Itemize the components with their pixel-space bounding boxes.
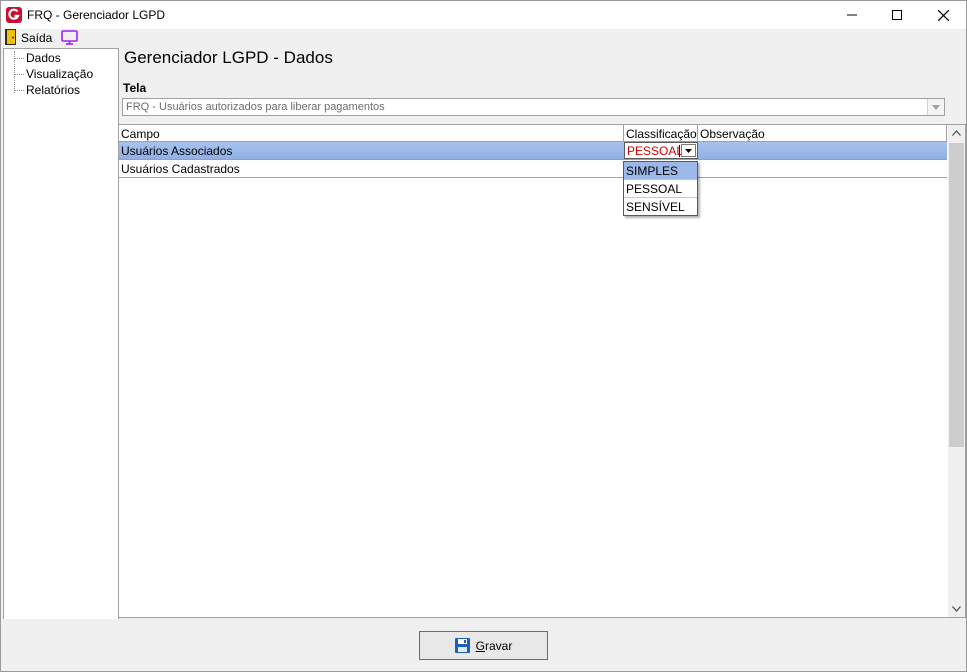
tree-connector (14, 90, 24, 91)
tree-item-label: Relatórios (26, 83, 81, 97)
save-button[interactable]: Gravar (419, 631, 548, 660)
app-window: FRQ - Gerenciador LGPD Saída Dados Visua… (0, 0, 967, 672)
classificacao-editor[interactable]: PESSOAL (624, 142, 698, 159)
cell-campo: Usuários Cadastrados (121, 162, 240, 176)
minimize-button[interactable] (829, 1, 875, 29)
column-header-campo[interactable]: Campo (119, 125, 624, 142)
close-icon (937, 9, 949, 21)
table-row[interactable]: Usuários Associados PESSOAL (119, 142, 947, 160)
classificacao-dropdown-list: SIMPLES PESSOAL SENSÍVEL (623, 161, 698, 216)
scroll-up-icon[interactable] (952, 130, 961, 136)
vertical-scrollbar[interactable] (948, 125, 965, 617)
chevron-down-icon (932, 104, 940, 110)
text-caret (679, 145, 680, 157)
data-grid[interactable]: Campo Classificação Observação Usuários … (118, 124, 966, 618)
maximize-button[interactable] (874, 1, 920, 29)
exit-label: Saída (21, 31, 53, 45)
tree-item-label: Visualização (26, 67, 94, 81)
cell-campo: Usuários Associados (121, 144, 233, 158)
tela-dropdown-button[interactable] (927, 99, 944, 115)
exit-door-icon (5, 29, 16, 45)
chevron-down-icon (685, 148, 692, 153)
dropdown-option-pessoal[interactable]: PESSOAL (624, 180, 697, 198)
dropdown-option-simples[interactable]: SIMPLES (624, 162, 697, 180)
classificacao-dropdown-button[interactable] (681, 144, 696, 157)
menu-bar: Saída (1, 29, 966, 47)
window-title: FRQ - Gerenciador LGPD (27, 8, 166, 22)
tela-select-value: FRQ - Usuários autorizados para liberar … (126, 101, 385, 113)
app-logo-icon (6, 7, 22, 23)
save-label: Gravar (475, 638, 513, 653)
page-title: Gerenciador LGPD - Dados (124, 48, 333, 67)
navigation-tree: Dados Visualização Relatórios (3, 48, 119, 620)
tree-connector (14, 58, 24, 59)
tela-label: Tela (123, 81, 147, 95)
scroll-down-icon[interactable] (952, 606, 961, 612)
maximize-icon (892, 10, 902, 20)
tela-select[interactable]: FRQ - Usuários autorizados para liberar … (122, 98, 945, 116)
title-bar: FRQ - Gerenciador LGPD (1, 1, 966, 29)
table-row[interactable]: Usuários Cadastrados (119, 160, 947, 178)
close-button[interactable] (920, 1, 966, 29)
monitor-icon[interactable] (61, 30, 78, 45)
column-header-classificacao[interactable]: Classificação (624, 125, 698, 142)
tree-item-label: Dados (26, 51, 61, 65)
tree-connector (14, 74, 24, 75)
minimize-icon (847, 14, 857, 16)
scrollbar-thumb[interactable] (949, 143, 964, 447)
column-header-observacao[interactable]: Observação (698, 125, 947, 142)
exit-menu-item[interactable]: Saída (1, 29, 53, 47)
classificacao-editor-value: PESSOAL (627, 144, 684, 158)
dropdown-option-sensivel[interactable]: SENSÍVEL (624, 198, 697, 216)
floppy-disk-icon (454, 638, 470, 653)
